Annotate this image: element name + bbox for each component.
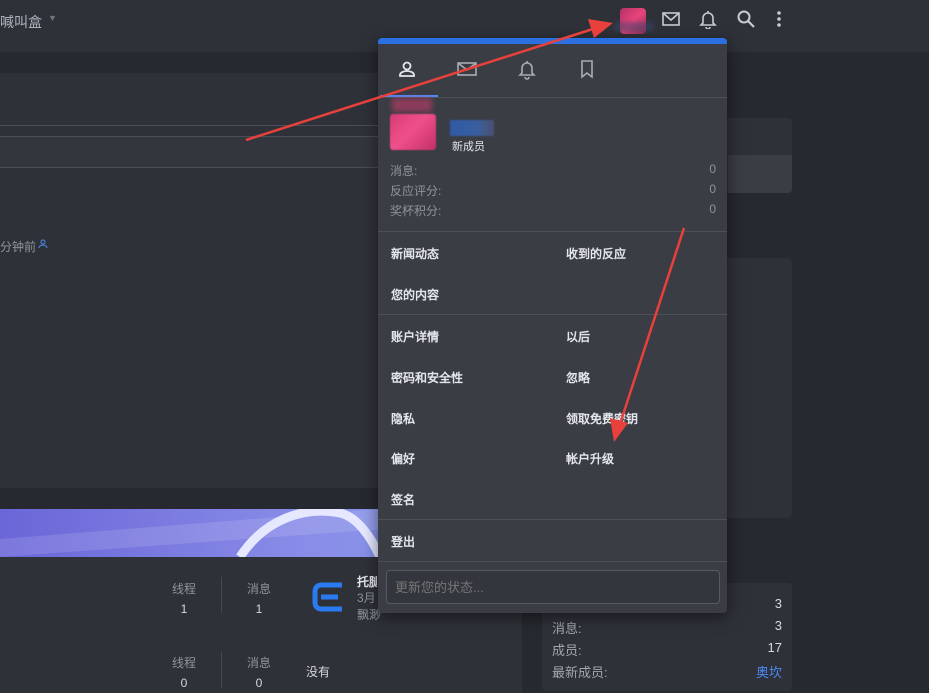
menu-stat-label: 消息:	[390, 164, 418, 178]
stat-value: 3	[774, 618, 782, 633]
post-time: 分钟前	[0, 240, 37, 254]
menu-link-ignore[interactable]: 忽略	[566, 369, 590, 386]
search-icon[interactable]	[736, 9, 756, 29]
stat-row: 消息: 3	[552, 618, 782, 637]
account-menu: 新成员 消息: 0 反应评分: 0 奖杯积分: 0 新闻动态 收到的反应 您的内…	[378, 38, 727, 613]
status-update-input[interactable]	[386, 570, 720, 604]
threads-value: 0	[180, 676, 188, 690]
messages-label: 消息	[246, 656, 271, 670]
divider	[0, 125, 380, 126]
messages-stat: 消息 1	[241, 580, 277, 616]
bell-icon[interactable]	[698, 9, 718, 29]
user-role: 新成员	[452, 141, 485, 153]
menu-link-preferences[interactable]: 偏好	[391, 450, 415, 467]
stat-value: 3	[774, 596, 782, 611]
menu-stat-row: 消息: 0	[390, 162, 716, 179]
menu-stat-label: 奖杯积分:	[390, 204, 442, 218]
divider	[221, 577, 222, 613]
avatar-blur	[392, 98, 432, 112]
threads-label: 线程	[171, 582, 196, 596]
tab-bookmark-icon[interactable]	[576, 58, 598, 80]
more-icon[interactable]	[769, 9, 789, 29]
menu-username[interactable]	[450, 120, 494, 136]
threads-value: 1	[180, 602, 188, 616]
tab-mail-icon[interactable]	[456, 58, 478, 80]
menu-avatar[interactable]	[390, 114, 436, 150]
divider	[378, 314, 727, 315]
menu-stat-row: 反应评分: 0	[390, 182, 716, 199]
divider	[378, 231, 727, 232]
brand-caret-icon[interactable]: ▼	[48, 13, 57, 23]
menu-link-free-key[interactable]: 领取免费密钥	[566, 410, 638, 427]
stat-label: 成员:	[552, 643, 582, 658]
stat-row: 成员: 17	[552, 640, 782, 659]
menu-stat-row: 奖杯积分: 0	[390, 202, 716, 219]
menu-accent-bar	[378, 38, 727, 44]
threads-stat: 线程 1	[166, 580, 202, 616]
stat-value: 17	[767, 640, 782, 655]
latest-thread-title[interactable]: 托腿	[357, 573, 377, 590]
menu-stat-label: 反应评分:	[390, 184, 442, 198]
messages-value: 0	[255, 676, 263, 690]
forum-e-logo-icon	[312, 582, 342, 612]
messages-value: 1	[255, 602, 263, 616]
site-brand[interactable]: 喊叫盒	[0, 12, 42, 32]
mail-icon[interactable]	[661, 9, 681, 29]
menu-stat-value: 0	[709, 162, 716, 176]
sidebar-button[interactable]	[728, 155, 792, 193]
menu-link-reactions-received[interactable]: 收到的反应	[566, 245, 626, 262]
menu-link-privacy[interactable]: 隐私	[391, 410, 415, 427]
divider	[378, 519, 727, 520]
threads-stat: 线程 0	[166, 654, 202, 690]
stat-label: 最新成员:	[552, 665, 608, 680]
newest-member-link[interactable]: 奥坎	[756, 662, 782, 681]
tab-bell-icon[interactable]	[516, 58, 538, 80]
user-small-icon	[38, 239, 48, 249]
stat-row: 最新成员: 奥坎	[552, 662, 782, 681]
stat-label: 消息:	[552, 621, 582, 636]
menu-link-account-details[interactable]: 账户详情	[391, 328, 439, 345]
user-avatar-button[interactable]	[620, 8, 646, 34]
menu-link-password-security[interactable]: 密码和安全性	[391, 369, 463, 386]
menu-link-your-content[interactable]: 您的内容	[391, 286, 439, 303]
menu-stat-value: 0	[709, 202, 716, 216]
divider	[378, 561, 727, 562]
threads-label: 线程	[171, 656, 196, 670]
menu-link-later[interactable]: 以后	[566, 328, 590, 345]
latest-none: 没有	[306, 665, 331, 679]
menu-link-logout[interactable]: 登出	[391, 533, 415, 550]
menu-link-news-feed[interactable]: 新闻动态	[391, 245, 439, 262]
menu-stat-value: 0	[709, 182, 716, 196]
divider	[221, 652, 222, 688]
latest-thread-date: 3月	[357, 591, 376, 605]
menu-link-account-upgrade[interactable]: 帐户升级	[566, 450, 614, 467]
tab-account-user-icon[interactable]	[396, 58, 418, 80]
messages-label: 消息	[246, 582, 271, 596]
messages-stat: 消息 0	[241, 654, 277, 690]
menu-link-signature[interactable]: 签名	[391, 491, 415, 508]
